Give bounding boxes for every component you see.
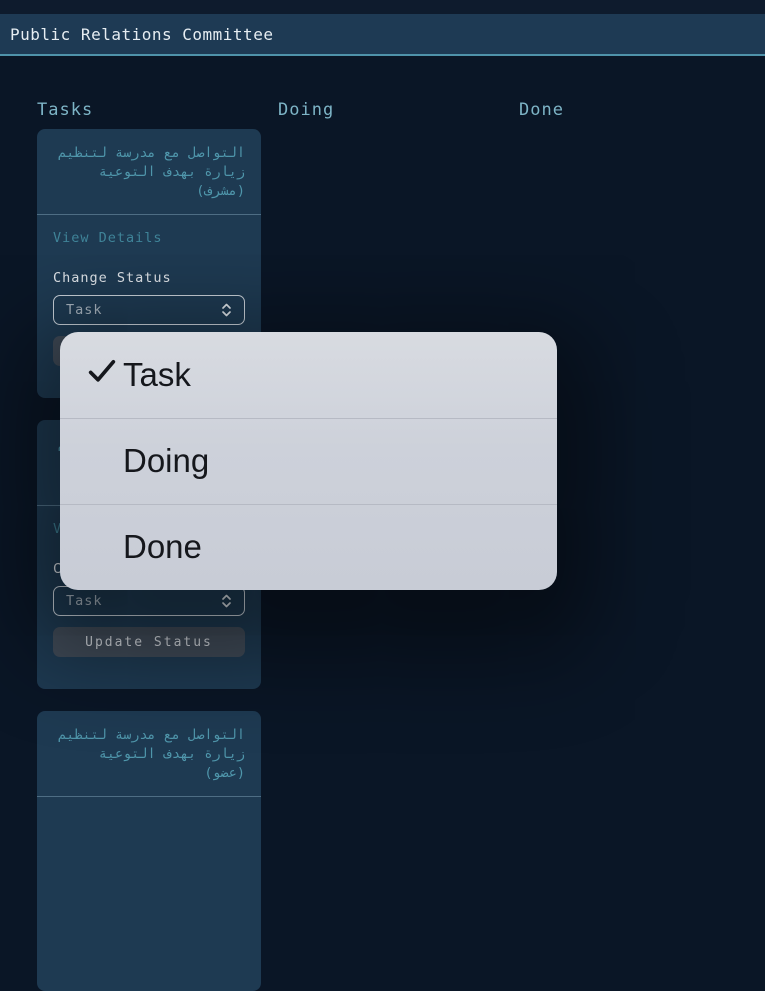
app-header: Public Relations Committee xyxy=(0,14,765,56)
column-title-done: Done xyxy=(519,100,564,120)
window-top-strip xyxy=(0,0,765,14)
status-select[interactable]: Task xyxy=(53,586,245,616)
menu-option-task[interactable]: Task xyxy=(60,332,557,418)
status-select-value: Task xyxy=(66,302,103,318)
column-title-doing: Doing xyxy=(278,100,335,120)
view-details-link[interactable]: View Details xyxy=(53,230,163,246)
chevron-up-down-icon xyxy=(221,302,232,318)
update-status-button[interactable]: Update Status xyxy=(53,627,245,657)
status-dropdown-menu: Task Doing Done xyxy=(60,332,557,590)
card-divider xyxy=(37,796,261,797)
menu-option-label: Doing xyxy=(123,442,210,480)
menu-option-doing[interactable]: Doing xyxy=(60,418,557,504)
checkmark-icon xyxy=(85,354,119,396)
menu-option-label: Task xyxy=(123,356,191,393)
task-card-title: التواصل مع مدرسة لتنظيم زيارة بهدف التوع… xyxy=(58,145,245,199)
chevron-up-down-icon xyxy=(221,593,232,609)
card-divider xyxy=(37,214,261,215)
task-card-title: التواصل مع مدرسة لتنظيم زيارة بهدف التوع… xyxy=(58,727,245,781)
status-select-value: Task xyxy=(66,593,103,609)
menu-option-done[interactable]: Done xyxy=(60,503,557,590)
task-card: التواصل مع مدرسة لتنظيم زيارة بهدف التوع… xyxy=(37,711,261,991)
page-title: Public Relations Committee xyxy=(10,24,274,44)
menu-option-label: Done xyxy=(123,527,202,565)
column-title-tasks: Tasks xyxy=(37,100,94,120)
status-select[interactable]: Task xyxy=(53,295,245,325)
change-status-label: Change Status xyxy=(53,270,172,286)
